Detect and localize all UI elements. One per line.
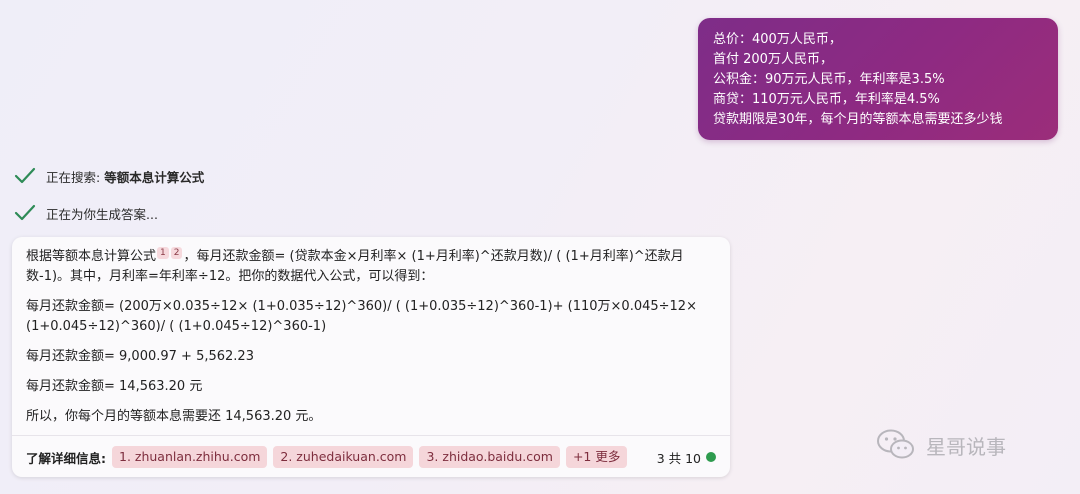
response-count: 3 共 10: [657, 448, 716, 467]
answer-footer: 了解详细信息: 1. zhuanlan.zhihu.com 2. zuhedai…: [26, 445, 716, 469]
watermark: 星哥说事: [876, 428, 1006, 462]
citation-2[interactable]: 2: [170, 247, 183, 259]
learn-more-label: 了解详细信息:: [26, 450, 106, 466]
user-message-line: 公积金：90万元人民币，年利率是3.5%: [713, 72, 945, 87]
source-link-3[interactable]: 3. zhidao.baidu.com: [419, 446, 560, 468]
user-message-bubble: 总价：400万人民币， 首付 200万人民币， 公积金：90万元人民币，年利率是…: [698, 18, 1058, 140]
checkmark-icon: [14, 167, 36, 184]
status-dot-icon: [706, 452, 716, 462]
status-searching-label: 正在搜索:: [46, 169, 101, 185]
user-message-line: 商贷：110万元人民币，年利率是4.5%: [713, 92, 940, 107]
source-link-2[interactable]: 2. zuhedaikuan.com: [273, 446, 414, 468]
status-search-query: 等额本息计算公式: [104, 169, 205, 185]
response-count-text: 3 共 10: [656, 450, 701, 466]
user-message-line: 总价：400万人民币，: [713, 32, 842, 47]
user-message-line: 首付 200万人民币，: [713, 52, 833, 67]
citation-1[interactable]: 1: [157, 247, 169, 259]
user-message-line: 贷款期限是30年，每个月的等额本息需要还多少钱: [713, 112, 1003, 127]
wechat-icon: [877, 429, 914, 459]
status-generating: 正在为你生成答案...: [14, 203, 158, 223]
answer-paragraph: 所以，你每个月的等额本息需要还 14,563.20 元。: [26, 409, 322, 424]
answer-text: 根据等额本息计算公式: [26, 249, 157, 264]
answer-paragraph: 每月还款金额= 9,000.97 + 5,562.23: [26, 349, 254, 364]
divider: [12, 435, 730, 436]
answer-card: 根据等额本息计算公式 1 2 ，每月还款金额= (贷款本金×月利率× (1+月利率)^…: [12, 237, 730, 477]
watermark-text: 星哥说事: [926, 434, 1006, 459]
answer-body: 根据等额本息计算公式 1 2 ，每月还款金额= (贷款本金×月利率× (1+月利率)^…: [12, 237, 730, 427]
status-generating-label: 正在为你生成答案...: [46, 206, 158, 222]
answer-paragraph: 每月还款金额= 14,563.20 元: [26, 379, 203, 394]
answer-paragraph: 每月还款金额= (200万×0.035÷12× (1+0.035÷12)^360…: [26, 299, 697, 334]
checkmark-icon: [14, 204, 36, 221]
answer-paragraph: 根据等额本息计算公式 1 2 ，每月还款金额= (贷款本金×月利率× (1+月利率)^…: [26, 247, 716, 287]
more-sources-button[interactable]: +1 更多: [565, 446, 628, 468]
source-link-1[interactable]: 1. zhuanlan.zhihu.com: [112, 446, 268, 468]
status-searching: 正在搜索: 等额本息计算公式: [14, 166, 204, 186]
